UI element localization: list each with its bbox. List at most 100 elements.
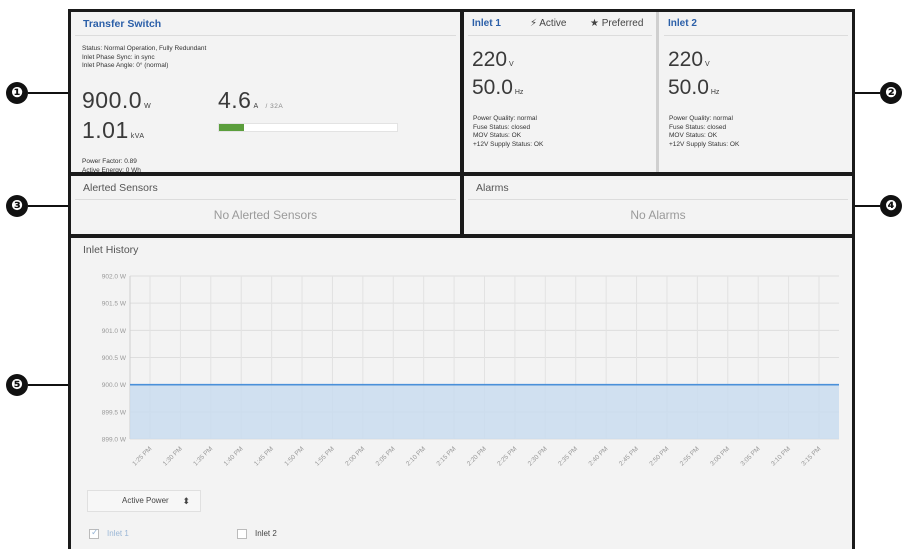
inlet-2-frequency: 50.0 Hz	[668, 76, 719, 100]
x-tick-label: 2:10 PM	[405, 445, 427, 467]
callout-3: ❸	[6, 195, 28, 217]
x-tick-label: 3:05 PM	[740, 445, 762, 467]
voltage-unit: V	[509, 61, 514, 68]
checkbox-checked-icon	[89, 527, 99, 539]
preferred-label: Preferred	[601, 18, 644, 29]
inlet-2-checkbox[interactable]: Inlet 2	[237, 529, 277, 539]
alarms-title: Alarms	[468, 176, 848, 200]
active-power-readout: 900.0 W	[82, 87, 151, 114]
inlet-1-checkbox[interactable]: Inlet 1	[89, 527, 129, 539]
status-line: Fuse Status: closed	[473, 123, 531, 131]
status-line: +12V Supply Status: OK	[669, 140, 740, 148]
x-tick-label: 3:00 PM	[709, 445, 731, 467]
status-line: Inlet Phase Sync: in sync	[82, 53, 155, 61]
x-tick-label: 2:50 PM	[648, 445, 670, 467]
inlet-1-link[interactable]: Inlet 1	[472, 18, 501, 29]
inlet-1-header: Inlet 1 ⚡︎ Active ★ Preferred	[468, 12, 652, 36]
callout-5: ❺	[6, 374, 28, 396]
x-tick-label: 3:10 PM	[770, 445, 792, 467]
y-tick-label: 899.0 W	[102, 437, 127, 444]
voltage-unit: V	[705, 61, 710, 68]
x-tick-label: 1:50 PM	[283, 445, 305, 467]
star-icon: ★	[590, 18, 599, 29]
x-tick-label: 2:25 PM	[496, 445, 518, 467]
transfer-switch-title[interactable]: Transfer Switch	[75, 12, 456, 36]
y-tick-label: 901.0 W	[102, 328, 127, 335]
checkbox-unchecked-icon	[237, 529, 247, 539]
y-tick-label: 900.5 W	[102, 355, 127, 362]
current-load-bar	[218, 123, 398, 132]
inlet-history-panel: Inlet History 902.0 W 901.5 W 901.0 W 900.5…	[68, 235, 855, 549]
x-tick-label: 2:20 PM	[466, 445, 488, 467]
callout-1: ❶	[6, 82, 28, 104]
voltage-value: 220	[472, 48, 508, 71]
active-power-unit: W	[144, 103, 152, 110]
metric-select-value: Active Power	[122, 496, 169, 505]
active-power-value: 900.0	[82, 87, 143, 113]
inlet-history-chart: 902.0 W 901.5 W 901.0 W 900.5 W 900.0 W 899.5…	[102, 274, 839, 468]
inlet-2-section: Inlet 2 220 V 50.0 Hz Power Quality: norma…	[660, 12, 852, 172]
inlet-1-frequency: 50.0 Hz	[472, 76, 523, 100]
callout-2: ❷	[880, 82, 902, 104]
x-tick-label: 3:15 PM	[800, 445, 822, 467]
inlet-divider	[656, 12, 659, 172]
status-line: MOV Status: OK	[473, 132, 522, 139]
inlet-2-header: Inlet 2	[664, 12, 848, 36]
status-line: Power Quality: normal	[473, 115, 537, 122]
x-tick-label: 2:15 PM	[435, 445, 457, 467]
frequency-value: 50.0	[472, 76, 513, 99]
y-tick-label: 900.0 W	[102, 382, 127, 389]
alarms-panel: Alarms No Alarms	[461, 173, 855, 237]
voltage-value: 220	[668, 48, 704, 71]
x-tick-label: 2:55 PM	[679, 445, 701, 467]
leader-line-3	[28, 205, 68, 207]
status-line: +12V Supply Status: OK	[473, 140, 544, 148]
status-line: Inlet Phase Angle: 0° (normal)	[82, 62, 169, 69]
current-max: / 32A	[265, 103, 284, 110]
x-tick-label: 2:30 PM	[527, 445, 549, 467]
lightning-icon: ⚡︎	[530, 18, 538, 29]
current-value: 4.6	[218, 87, 252, 113]
x-tick-label: 1:25 PM	[131, 445, 153, 467]
apparent-power-value: 1.01	[82, 117, 129, 143]
power-factor: Power Factor: 0.89	[82, 158, 137, 165]
transfer-switch-status: Status: Normal Operation, Fully Redundan…	[82, 45, 206, 71]
x-tick-label: 1:40 PM	[223, 445, 245, 467]
inlet-2-voltage: 220 V	[668, 48, 710, 72]
x-tick-label: 2:45 PM	[618, 445, 640, 467]
status-line: Status: Normal Operation, Fully Redundan…	[82, 45, 207, 52]
current-load-bar-fill	[219, 124, 244, 131]
select-arrows-icon: ⬍	[182, 496, 190, 506]
status-line: Power Quality: normal	[669, 115, 733, 122]
inlet-2-status: Power Quality: normal Fuse Status: close…	[669, 115, 739, 149]
x-tick-label: 2:40 PM	[587, 445, 609, 467]
leader-line-4	[854, 205, 880, 207]
inlet-2-checkbox-label: Inlet 2	[255, 529, 277, 539]
x-tick-label: 2:35 PM	[557, 445, 579, 467]
x-tick-label: 1:30 PM	[162, 445, 184, 467]
x-tick-label: 1:45 PM	[253, 445, 275, 467]
metric-select[interactable]: Active Power ⬍	[87, 490, 201, 512]
inlet-1-checkbox-label: Inlet 1	[107, 529, 129, 539]
inlet-1-voltage: 220 V	[472, 48, 514, 72]
alerted-sensors-panel: Alerted Sensors No Alerted Sensors	[68, 173, 463, 237]
preferred-indicator: ★ Preferred	[590, 12, 643, 36]
series-area	[130, 384, 839, 439]
apparent-power-unit: kVA	[130, 133, 145, 140]
y-tick-label: 902.0 W	[102, 274, 127, 281]
current-unit: A	[253, 103, 259, 110]
x-tick-label: 2:00 PM	[344, 445, 366, 467]
status-line: MOV Status: OK	[669, 132, 718, 139]
status-line: Fuse Status: closed	[669, 123, 727, 131]
active-indicator: ⚡︎ Active	[530, 12, 567, 36]
alerted-sensors-title: Alerted Sensors	[75, 176, 456, 200]
leader-line-1	[28, 92, 68, 94]
x-tick-label: 1:55 PM	[314, 445, 336, 467]
y-tick-label: 899.5 W	[102, 409, 127, 416]
inlets-panel: Inlet 1 ⚡︎ Active ★ Preferred 220 V 50.0 H…	[461, 9, 855, 175]
y-tick-label: 901.5 W	[102, 301, 127, 308]
frequency-value: 50.0	[668, 76, 709, 99]
apparent-power-readout: 1.01 kVA	[82, 117, 145, 144]
frequency-unit: Hz	[710, 89, 720, 96]
inlet-2-link[interactable]: Inlet 2	[668, 18, 697, 29]
